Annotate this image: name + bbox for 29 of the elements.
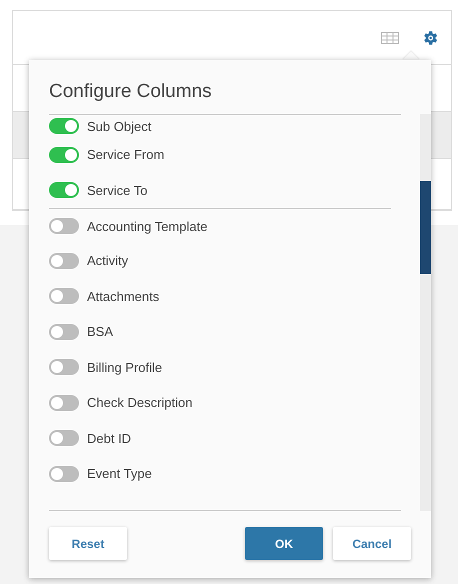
scrollbar[interactable] [420, 114, 431, 511]
column-label: Debt ID [87, 430, 132, 446]
toggle-switch[interactable] [49, 146, 79, 163]
toggle-switch[interactable] [49, 118, 79, 134]
toggle-switch[interactable] [49, 218, 79, 234]
column-label: Attachments [87, 288, 160, 304]
dialog-title: Configure Columns [48, 80, 213, 104]
column-label: Activity [87, 253, 128, 268]
toggle-switch[interactable] [49, 394, 79, 411]
column-label: Billing Profile [87, 360, 162, 375]
cancel-button[interactable]: Cancel [333, 527, 411, 560]
column-label: Check Description [87, 395, 192, 410]
ok-button[interactable]: OK [245, 527, 323, 560]
column-label: Service To [87, 182, 148, 198]
column-label: BSA [87, 324, 114, 340]
scrollbar-thumb[interactable] [420, 181, 431, 274]
column-label: Service From [87, 147, 164, 162]
toggle-switch[interactable] [49, 359, 79, 376]
toggle-switch[interactable] [49, 466, 79, 482]
toggle-switch[interactable] [49, 288, 79, 304]
toggle-switch[interactable] [49, 324, 79, 340]
toggle-switch[interactable] [49, 182, 79, 198]
toggle-switch[interactable] [49, 430, 79, 446]
reset-button[interactable]: Reset [49, 527, 127, 560]
toggle-switch[interactable] [49, 252, 79, 269]
column-label: Event Type [87, 466, 152, 482]
column-label: Sub Object [87, 118, 152, 134]
column-label: Accounting Template [87, 218, 208, 234]
grid-view-icon[interactable] [381, 32, 399, 44]
